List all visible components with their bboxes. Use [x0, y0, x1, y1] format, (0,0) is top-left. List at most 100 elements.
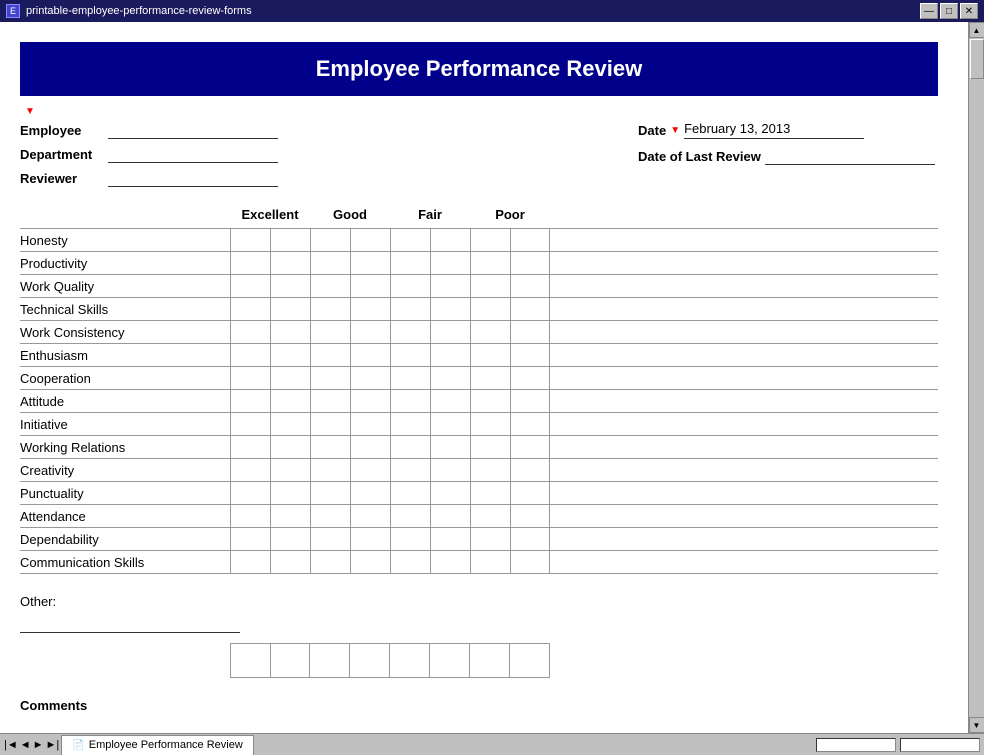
rating-fair-group[interactable] — [390, 459, 470, 481]
rating-checkbox[interactable] — [231, 459, 271, 481]
rating-checkbox[interactable] — [351, 344, 390, 366]
rating-checkbox[interactable] — [391, 252, 431, 274]
rating-checkbox[interactable] — [271, 482, 310, 504]
rating-checkbox[interactable] — [471, 551, 511, 573]
rating-fair-group[interactable] — [390, 321, 470, 343]
rating-fair-group[interactable] — [390, 367, 470, 389]
rating-checkbox[interactable] — [511, 344, 550, 366]
rating-good-group[interactable] — [310, 321, 390, 343]
rating-checkbox[interactable] — [351, 298, 390, 320]
rating-checkbox[interactable] — [471, 505, 511, 527]
rating-poor-group[interactable] — [470, 298, 550, 320]
rating-checkbox[interactable] — [471, 436, 511, 458]
rating-checkbox[interactable] — [311, 436, 351, 458]
rating-checkbox[interactable] — [311, 413, 351, 435]
rating-checkbox[interactable] — [511, 321, 550, 343]
rating-checkbox[interactable] — [231, 252, 271, 274]
other-box-inner-2[interactable] — [271, 644, 310, 677]
rating-checkbox[interactable] — [271, 321, 310, 343]
rating-checkbox[interactable] — [311, 505, 351, 527]
minimize-button[interactable]: — — [920, 3, 938, 19]
rating-checkbox[interactable] — [511, 229, 550, 251]
rating-checkbox[interactable] — [431, 436, 470, 458]
rating-poor-group[interactable] — [470, 413, 550, 435]
rating-checkbox[interactable] — [431, 528, 470, 550]
rating-checkbox[interactable] — [391, 321, 431, 343]
other-box-inner-3[interactable] — [310, 644, 350, 677]
rating-checkbox[interactable] — [431, 390, 470, 412]
other-good-box[interactable] — [310, 643, 390, 678]
rating-poor-group[interactable] — [470, 275, 550, 297]
rating-checkbox[interactable] — [511, 505, 550, 527]
rating-good-group[interactable] — [310, 298, 390, 320]
rating-checkbox[interactable] — [431, 413, 470, 435]
rating-checkbox[interactable] — [351, 482, 390, 504]
rating-checkbox[interactable] — [431, 321, 470, 343]
rating-checkbox[interactable] — [511, 298, 550, 320]
rating-fair-group[interactable] — [390, 436, 470, 458]
nav-last-button[interactable]: ►| — [46, 739, 60, 751]
rating-checkbox[interactable] — [391, 413, 431, 435]
rating-checkbox[interactable] — [311, 528, 351, 550]
scroll-down-arrow[interactable]: ▼ — [969, 717, 984, 733]
rating-checkbox[interactable] — [511, 252, 550, 274]
rating-checkbox[interactable] — [231, 390, 271, 412]
rating-checkbox[interactable] — [231, 344, 271, 366]
rating-checkbox[interactable] — [471, 413, 511, 435]
rating-poor-group[interactable] — [470, 505, 550, 527]
rating-checkbox[interactable] — [431, 551, 470, 573]
rating-checkbox[interactable] — [351, 528, 390, 550]
vertical-scrollbar[interactable]: ▲ ▼ — [968, 22, 984, 733]
rating-checkbox[interactable] — [511, 367, 550, 389]
rating-checkbox[interactable] — [311, 482, 351, 504]
rating-checkbox[interactable] — [391, 275, 431, 297]
other-excellent-box[interactable] — [230, 643, 310, 678]
rating-checkbox[interactable] — [271, 551, 310, 573]
rating-checkbox[interactable] — [271, 367, 310, 389]
rating-fair-group[interactable] — [390, 390, 470, 412]
rating-checkbox[interactable] — [391, 436, 431, 458]
rating-checkbox[interactable] — [391, 298, 431, 320]
rating-excellent-group[interactable] — [230, 321, 310, 343]
rating-excellent-group[interactable] — [230, 482, 310, 504]
rating-checkbox[interactable] — [471, 321, 511, 343]
rating-checkbox[interactable] — [431, 252, 470, 274]
rating-checkbox[interactable] — [431, 459, 470, 481]
rating-checkbox[interactable] — [311, 344, 351, 366]
rating-fair-group[interactable] — [390, 413, 470, 435]
rating-checkbox[interactable] — [231, 413, 271, 435]
rating-checkbox[interactable] — [511, 275, 550, 297]
rating-checkbox[interactable] — [271, 229, 310, 251]
rating-checkbox[interactable] — [231, 528, 271, 550]
rating-excellent-group[interactable] — [230, 505, 310, 527]
rating-poor-group[interactable] — [470, 229, 550, 251]
other-box-inner-6[interactable] — [430, 644, 469, 677]
rating-excellent-group[interactable] — [230, 367, 310, 389]
rating-checkbox[interactable] — [311, 459, 351, 481]
rating-checkbox[interactable] — [231, 551, 271, 573]
rating-checkbox[interactable] — [471, 298, 511, 320]
rating-good-group[interactable] — [310, 390, 390, 412]
rating-checkbox[interactable] — [511, 528, 550, 550]
rating-checkbox[interactable] — [271, 528, 310, 550]
rating-excellent-group[interactable] — [230, 459, 310, 481]
rating-excellent-group[interactable] — [230, 413, 310, 435]
rating-checkbox[interactable] — [391, 528, 431, 550]
sheet-tab[interactable]: 📄 Employee Performance Review — [61, 735, 254, 755]
rating-checkbox[interactable] — [351, 436, 390, 458]
rating-checkbox[interactable] — [351, 413, 390, 435]
rating-checkbox[interactable] — [231, 505, 271, 527]
rating-fair-group[interactable] — [390, 252, 470, 274]
rating-fair-group[interactable] — [390, 482, 470, 504]
rating-poor-group[interactable] — [470, 482, 550, 504]
rating-excellent-group[interactable] — [230, 436, 310, 458]
rating-good-group[interactable] — [310, 413, 390, 435]
department-input[interactable] — [108, 145, 278, 163]
rating-excellent-group[interactable] — [230, 528, 310, 550]
rating-checkbox[interactable] — [511, 436, 550, 458]
rating-checkbox[interactable] — [471, 367, 511, 389]
rating-poor-group[interactable] — [470, 367, 550, 389]
rating-poor-group[interactable] — [470, 551, 550, 573]
rating-poor-group[interactable] — [470, 344, 550, 366]
other-box-inner-7[interactable] — [470, 644, 510, 677]
